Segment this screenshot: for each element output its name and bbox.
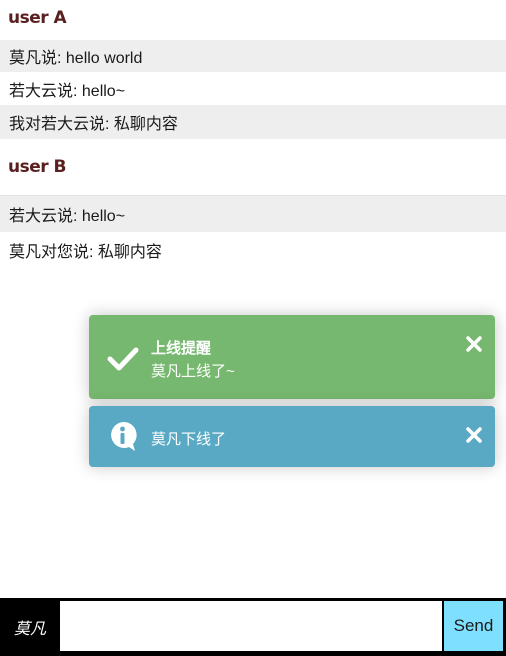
info-icon [111,421,137,451]
user-b-heading: user B [8,157,67,177]
message-row: 莫凡对您说: 私聊内容 [9,244,162,261]
user-a-heading: user A [8,8,67,28]
toast-message: 莫凡下线了 [151,431,227,448]
offline-notification-toast: 莫凡下线了 [89,406,495,467]
chat-page: user A 莫凡说: hello world 若大云说: hello~ 我对若… [0,0,506,656]
message-row: 莫凡说: hello world [0,40,506,72]
message-row: 若大云说: hello~ [9,82,126,100]
close-icon[interactable] [465,426,483,444]
toast-title: 上线提醒 [151,339,212,357]
message-row: 若大云说: hello~ [0,196,506,232]
send-button[interactable]: Send [444,601,503,651]
message-input[interactable] [60,601,442,651]
toast-message: 莫凡上线了~ [151,363,235,380]
close-icon[interactable] [465,335,483,353]
checkmark-icon [107,347,139,371]
message-row: 我对若大云说: 私聊内容 [0,105,506,139]
sender-name: 莫凡 [13,621,46,638]
online-notification-toast: 上线提醒 莫凡上线了~ [89,315,495,399]
message-composer: 莫凡 Send [0,598,506,656]
